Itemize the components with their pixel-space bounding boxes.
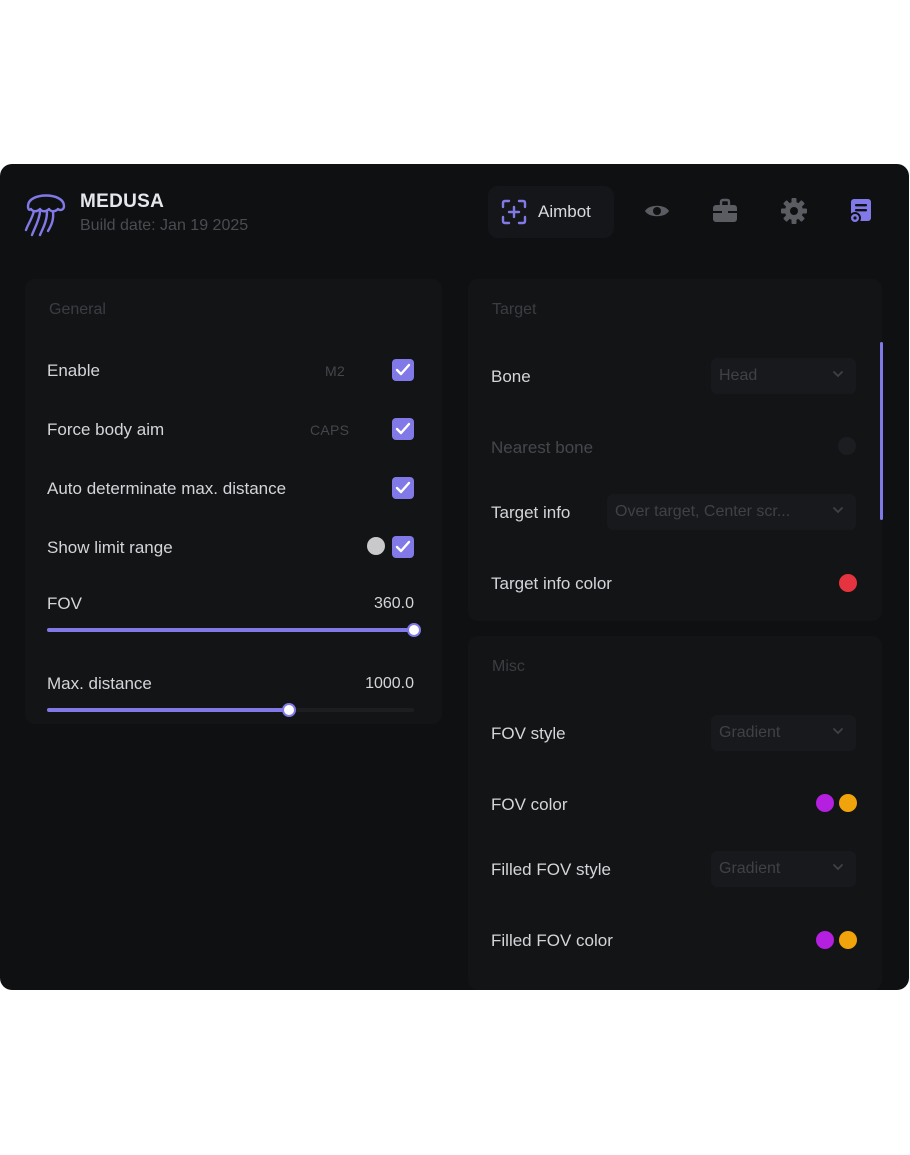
chevron-down-icon xyxy=(833,371,843,378)
show-limit-range-label: Show limit range xyxy=(47,538,173,557)
max-distance-slider-handle[interactable] xyxy=(282,703,297,717)
fov-color-label: FOV color xyxy=(491,795,568,814)
fov-label: FOV xyxy=(47,594,82,613)
force-body-aim-keybind[interactable]: CAPS xyxy=(310,422,349,438)
fov-color-swatch-primary[interactable] xyxy=(816,794,834,812)
limit-range-color-swatch[interactable] xyxy=(367,537,385,555)
target-info-color-label: Target info color xyxy=(491,574,612,593)
filled-fov-color-label: Filled FOV color xyxy=(491,931,613,950)
check-icon xyxy=(395,422,411,435)
check-icon xyxy=(395,363,411,376)
tab-aimbot[interactable]: Aimbot xyxy=(488,186,614,238)
max-distance-slider-fill xyxy=(47,708,290,712)
panel-title-misc: Misc xyxy=(492,658,525,675)
max-distance-value: 1000.0 xyxy=(365,675,414,692)
fov-style-label: FOV style xyxy=(491,724,566,743)
fov-style-dropdown[interactable]: Gradient xyxy=(711,715,856,751)
fov-value: 360.0 xyxy=(373,595,414,612)
show-limit-range-checkbox[interactable] xyxy=(392,536,414,558)
filled-fov-style-dropdown-value: Gradient xyxy=(719,860,781,877)
app-title: MEDUSA xyxy=(80,191,165,212)
filled-fov-color-swatch-primary[interactable] xyxy=(816,931,834,949)
bone-dropdown[interactable]: Head xyxy=(711,358,856,394)
panel-title-general: General xyxy=(49,301,106,318)
general-panel: General Enable M2 Force body aim CAPS Au… xyxy=(25,279,442,724)
bone-label: Bone xyxy=(491,367,531,386)
briefcase-icon[interactable] xyxy=(711,197,739,225)
app-window: MEDUSA Build date: Jan 19 2025 Aimbot Ge… xyxy=(0,164,909,990)
auto-max-distance-label: Auto determinate max. distance xyxy=(47,479,287,498)
chevron-down-icon xyxy=(833,728,843,735)
bone-dropdown-value: Head xyxy=(719,367,758,384)
target-info-dropdown[interactable]: Over target, Center scr... xyxy=(607,494,856,530)
jellyfish-logo-icon xyxy=(24,194,66,237)
force-body-aim-checkbox[interactable] xyxy=(392,418,414,440)
chevron-down-icon xyxy=(833,864,843,871)
enable-keybind[interactable]: M2 xyxy=(325,363,345,379)
check-icon xyxy=(395,481,411,494)
panel-title-target: Target xyxy=(492,301,537,318)
filled-fov-style-label: Filled FOV style xyxy=(491,860,611,879)
target-info-color-swatch[interactable] xyxy=(839,574,857,592)
target-panel-scrollbar[interactable] xyxy=(880,342,883,520)
target-info-dropdown-value: Over target, Center scr... xyxy=(615,503,791,520)
max-distance-label: Max. distance xyxy=(47,674,152,693)
filled-fov-style-dropdown[interactable]: Gradient xyxy=(711,851,856,887)
tab-aimbot-label: Aimbot xyxy=(538,202,591,221)
force-body-aim-label: Force body aim xyxy=(47,420,165,439)
fov-slider-fill xyxy=(47,628,414,632)
crosshair-plus-icon xyxy=(501,199,527,225)
build-date: Build date: Jan 19 2025 xyxy=(80,217,249,234)
target-info-label: Target info xyxy=(491,503,571,522)
fov-slider-handle[interactable] xyxy=(407,623,421,637)
check-icon xyxy=(395,540,411,553)
enable-label: Enable xyxy=(47,361,100,380)
misc-panel: Misc FOV style Gradient FOV color Filled… xyxy=(468,636,882,990)
config-list-icon[interactable] xyxy=(847,197,875,225)
auto-max-distance-checkbox[interactable] xyxy=(392,477,414,499)
fov-slider[interactable] xyxy=(47,623,421,637)
chevron-down-icon xyxy=(833,507,843,514)
nearest-bone-label: Nearest bone xyxy=(491,438,594,457)
enable-checkbox[interactable] xyxy=(392,359,414,381)
nearest-bone-toggle[interactable] xyxy=(838,437,856,455)
eye-icon[interactable] xyxy=(643,197,671,225)
filled-fov-color-swatch-secondary[interactable] xyxy=(839,931,857,949)
fov-style-dropdown-value: Gradient xyxy=(719,724,781,741)
target-panel: Target Bone Head Nearest bone Target inf… xyxy=(468,279,882,621)
max-distance-slider[interactable] xyxy=(47,703,414,717)
fov-color-swatch-secondary[interactable] xyxy=(839,794,857,812)
gear-icon[interactable] xyxy=(780,197,808,225)
